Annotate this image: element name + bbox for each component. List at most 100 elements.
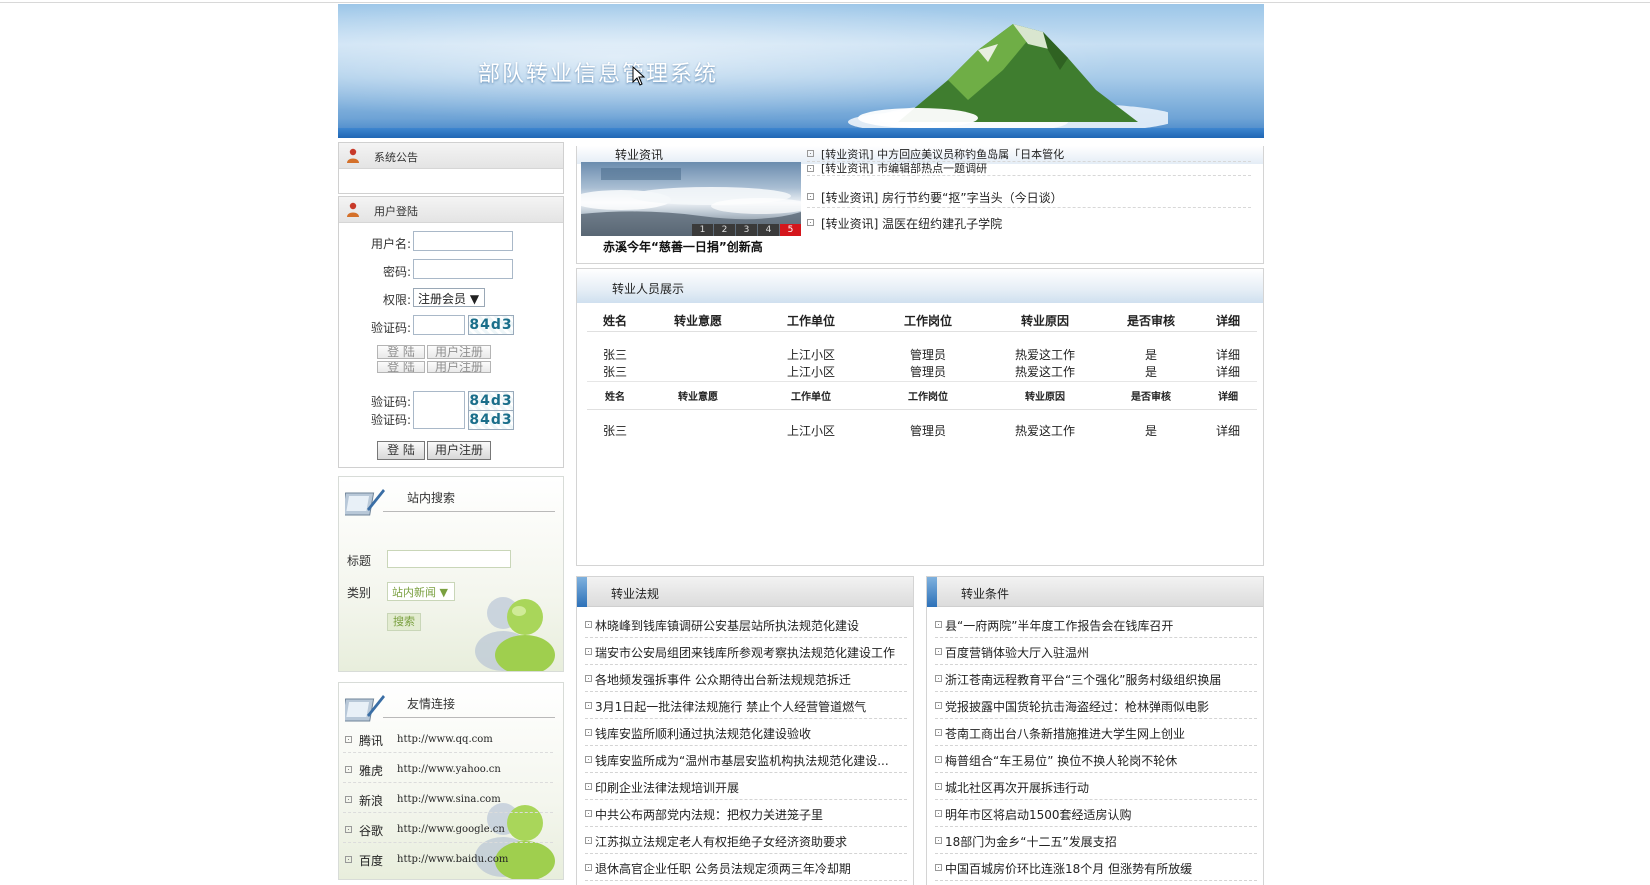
news-item[interactable]: [转业资讯] 市编辑部热点一题调研 [807,162,1251,176]
condition-item[interactable]: 党报披露中国货轮抗击海盗经过：枪林弹雨似电影 [935,692,1257,719]
notice-title: 系统公告 [374,151,418,164]
law-item[interactable]: 林晓峰到钱库镇调研公安基层站所执法规范化建设 [585,611,907,638]
law-item[interactable]: 3月1日起一批法律法规施行 禁止个人经营管道燃气 [585,692,907,719]
bullet-icon [585,864,592,871]
link-item[interactable]: 谷歌 http://www.google.cn [343,817,553,843]
top-divider [0,0,1650,3]
link-item[interactable]: 雅虎 http://www.yahoo.cn [343,757,553,783]
captcha-input[interactable] [413,315,465,335]
pen-pad-icon [345,489,385,516]
news-slide-image[interactable]: 12345 [581,162,801,236]
slide-pager-2[interactable]: 2 [714,224,735,236]
user-icon [347,202,359,217]
condition-item[interactable]: 明年市区将启动1500套经适房认购 [935,800,1257,827]
condition-item[interactable]: 百度营销体验大厅入驻温州 [935,638,1257,665]
register-button[interactable]: 用户注册 [427,441,491,460]
bullet-icon [585,810,592,817]
condition-item[interactable]: 梅普组合“车王易位” 换位不换人轮岗不轮休 [935,746,1257,773]
slide-pager-5[interactable]: 5 [780,224,801,236]
links-panel: 友情连接 腾讯 http://www.qq.com 雅虎 http://www.ya… [338,682,564,880]
news-item[interactable]: [转业资讯] 温医在纽约建孔子学院 [807,212,1251,234]
mouse-cursor-icon [632,66,646,86]
law-item[interactable]: 钱库安监所顺利通过执法规范化建设验收 [585,719,907,746]
username-label: 用户名: [371,237,412,251]
conditions-panel: 转业条件 县“一府两院”半年度工作报告会在钱库召开 百度营销体验大厅入驻温州 浙… [926,576,1264,885]
bullet-icon [585,702,592,709]
captcha-image-ghost-2: 84d3 [468,410,514,430]
conditions-header: 转业条件 [927,577,1263,607]
law-item[interactable]: 中共公布两部党内法规：把权力关进笼子里 [585,800,907,827]
search-divider [383,511,555,512]
news-item[interactable]: [转业资讯] 房行节约要“抠”字当头（今日谈） [807,186,1251,208]
captcha-input-ghost [413,391,465,429]
site-title: 部队转业信息管理系统 [478,62,719,87]
slide-caption[interactable]: 赤溪今年“慈善一日捐”创新高 [603,238,763,255]
laws-panel: 转业法规 林晓峰到钱库镇调研公安基层站所执法规范化建设 瑞安市公安局组团来钱库所… [576,576,914,885]
detail-link[interactable]: 详细 [1199,421,1257,439]
bullet-icon [935,702,942,709]
personnel-title: 转业人员展示 [612,282,685,296]
slide-pager-1[interactable]: 1 [692,224,713,236]
bullet-icon [585,783,592,790]
captcha-image[interactable]: 84d3 [468,315,514,335]
bullet-icon [345,766,352,773]
bullet-icon [585,675,592,682]
laws-header: 转业法规 [577,577,913,607]
detail-link[interactable]: 详细 [1199,345,1257,363]
register-button-ghost-2: 用户注册 [427,361,491,373]
role-select[interactable]: 注册会员 ▼ [413,288,485,307]
link-item[interactable]: 新浪 http://www.sina.com [343,787,553,813]
law-item[interactable]: 各地频发强拆事件 公众期待出台新法规规范拆迁 [585,665,907,692]
search-category-label: 类别 [347,586,372,600]
personnel-panel: 转业人员展示 姓名 转业意愿 工作单位 工作岗位 转业原因 是否审核 详细 张三 上江小区 管理… [576,268,1264,566]
link-item[interactable]: 百度 http://www.baidu.com [343,847,553,873]
username-input[interactable] [413,231,513,251]
table-row: 张三 上江小区 管理员 热爱这工作是详细 [587,345,1257,363]
bullet-icon [935,675,942,682]
condition-item[interactable]: 城北社区再次开展拆违行动 [935,773,1257,800]
buddy-people-icon [475,597,555,671]
link-item[interactable]: 腾讯 http://www.qq.com [343,727,553,753]
search-title-input[interactable] [387,550,511,568]
search-panel: 站内搜索 标题 类别 站内新闻 ▼ 搜索 [338,476,564,672]
bullet-icon [807,219,814,226]
login-header: 用户登陆 [339,197,563,223]
condition-item[interactable]: 县“一府两院”半年度工作报告会在钱库召开 [935,611,1257,638]
laws-tab-marker [577,577,587,607]
condition-item[interactable]: 苍南工商出台八条新措施推进大学生网上创业 [935,719,1257,746]
search-header: 站内搜索 [339,477,563,517]
login-button-ghost-2: 登 陆 [377,361,425,373]
condition-item[interactable]: 中国百城房价环比连涨18个月 但涨势有所放缓 [935,854,1257,881]
condition-item[interactable]: 18部门为金乡“十二五”发展支招 [935,827,1257,854]
login-button-ghost: 登 陆 [377,345,425,359]
news-item[interactable]: [转业资讯] 中方回应美议员称钓鱼岛属「日本管化 [807,146,1251,162]
mountain-illustration [848,24,1168,130]
table-row: 张三 上江小区 管理员 热爱这工作是详细 [587,421,1257,439]
login-button[interactable]: 登 陆 [377,441,425,460]
condition-item[interactable]: 浙江苍南远程教育平台“三个强化”服务村级组织换届 [935,665,1257,692]
news-panel: 转业资讯 12345 赤溪今年“慈善一日捐”创新高 [转业资讯] 中方回应美议员… [576,146,1264,264]
bullet-icon [585,621,592,628]
search-category-select[interactable]: 站内新闻 ▼ [387,582,455,601]
law-item[interactable]: 退休高官企业任职 公务员法规定须两三年冷却期 [585,854,907,881]
personnel-header: 转业人员展示 [577,269,1263,303]
news-title: 转业资讯 [615,148,664,162]
law-item[interactable]: 瑞安市公安局组团来钱库所参观考察执法规范化建设工作 [585,638,907,665]
laws-title: 转业法规 [611,587,660,601]
bullet-icon [585,837,592,844]
slide-pager-4[interactable]: 4 [758,224,779,236]
bullet-icon [807,193,814,200]
bullet-icon [585,729,592,736]
bullet-icon [935,864,942,871]
slide-pager-3[interactable]: 3 [736,224,757,236]
bullet-icon [935,756,942,763]
captcha-label: 验证码: [371,321,412,335]
search-button[interactable]: 搜索 [387,613,421,631]
table-row: 张三 上江小区 管理员 热爱这工作是详细 [587,363,1257,381]
law-item[interactable]: 江苏拟立法规定老人有权拒绝子女经济资助要求 [585,827,907,854]
bullet-icon [935,837,942,844]
law-item[interactable]: 钱库安监所成为“温州市基层安监机构执法规范化建设... [585,746,907,773]
detail-link[interactable]: 详细 [1199,363,1257,381]
law-item[interactable]: 印刷企业法律法规培训开展 [585,773,907,800]
password-input[interactable] [413,259,513,279]
